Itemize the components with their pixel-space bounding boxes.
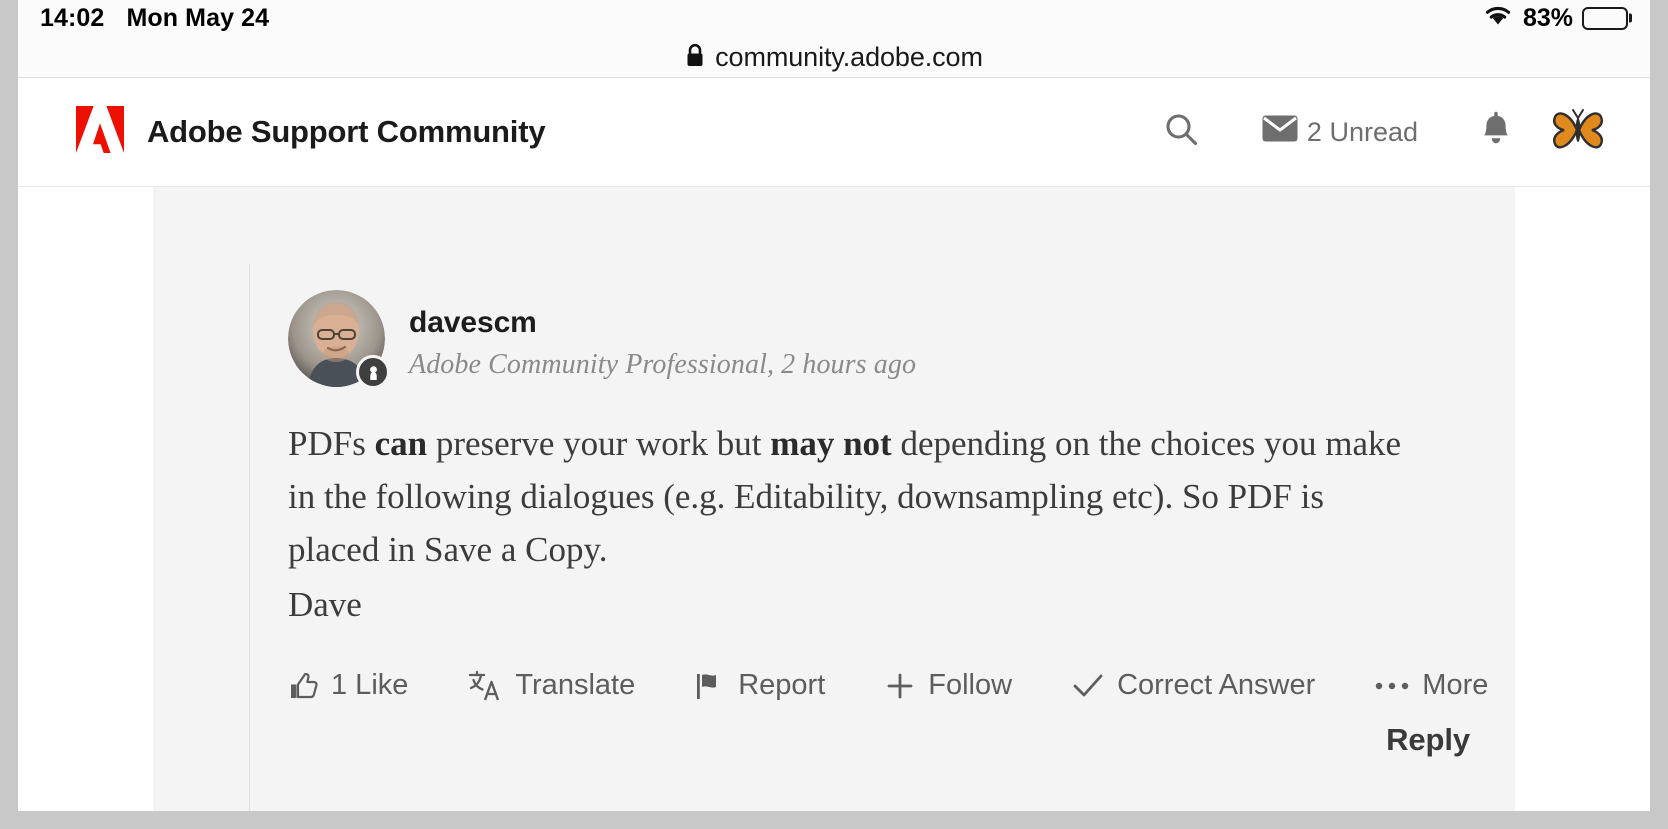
user-avatar-button[interactable] <box>1552 106 1604 158</box>
messages-label: 2 Unread <box>1307 117 1418 148</box>
author-meta: davescm Adobe Community Professional, 2 … <box>409 290 916 381</box>
expert-badge-icon <box>356 355 390 389</box>
device-frame: 14:02 Mon May 24 83% communit <box>0 0 1668 829</box>
reply-post: davescm Adobe Community Professional, 2 … <box>249 264 1515 811</box>
status-bar: 14:02 Mon May 24 83% <box>18 0 1650 38</box>
battery-icon <box>1582 7 1628 30</box>
post-text-part-1: PDFs <box>288 424 375 463</box>
translate-button[interactable]: Translate <box>468 669 635 702</box>
search-icon <box>1164 112 1198 153</box>
envelope-icon <box>1262 115 1298 149</box>
url-text: community.adobe.com <box>715 42 983 73</box>
ellipsis-icon <box>1375 680 1409 692</box>
site-header: Adobe Support Community <box>18 78 1650 187</box>
follow-button[interactable]: Follow <box>885 669 1012 702</box>
like-label: 1 Like <box>331 669 408 702</box>
status-bar-right: 83% <box>1482 3 1628 34</box>
site-title: Adobe Support Community <box>147 114 545 150</box>
thread-main-column: appears above — clipped previous post <box>153 187 1515 811</box>
post-text-bold-1: can <box>375 424 428 463</box>
adobe-logo-icon <box>76 106 124 158</box>
correct-answer-label: Correct Answer <box>1117 669 1315 702</box>
reply-row: Reply <box>288 722 1515 758</box>
check-icon <box>1072 671 1104 701</box>
messages-button[interactable]: 2 Unread <box>1234 115 1446 149</box>
author-role-and-time: Adobe Community Professional, 2 hours ag… <box>409 349 916 381</box>
brand-link[interactable]: Adobe Support Community <box>76 106 545 158</box>
notifications-button[interactable] <box>1446 111 1546 154</box>
thumbs-up-icon <box>288 671 318 701</box>
report-label: Report <box>738 669 825 702</box>
lock-icon <box>685 43 705 73</box>
device-bottom-bezel <box>0 811 1668 829</box>
content-area: appears above — clipped previous post <box>18 187 1650 811</box>
flag-icon <box>695 671 725 701</box>
wifi-icon <box>1482 3 1514 34</box>
post-header: davescm Adobe Community Professional, 2 … <box>288 264 1515 387</box>
more-button[interactable]: More <box>1375 669 1488 702</box>
correct-answer-button[interactable]: Correct Answer <box>1072 669 1315 702</box>
bell-icon <box>1480 111 1512 154</box>
search-button[interactable] <box>1136 112 1234 153</box>
author-name[interactable]: davescm <box>409 306 916 340</box>
report-button[interactable]: Report <box>695 669 825 702</box>
post-text-bold-2: may not <box>770 424 892 463</box>
post-text-part-2: preserve your work but <box>427 424 770 463</box>
follow-label: Follow <box>928 669 1012 702</box>
post-action-bar: 1 Like <box>288 669 1515 702</box>
post-body: PDFs can preserve your work but may not … <box>288 417 1403 631</box>
translate-icon <box>468 670 502 702</box>
plus-icon <box>885 671 915 701</box>
header-actions: 2 Unread <box>1136 106 1604 158</box>
web-page: Adobe Support Community <box>18 78 1650 811</box>
browser-address-bar[interactable]: community.adobe.com <box>18 38 1650 78</box>
like-button[interactable]: 1 Like <box>288 669 408 702</box>
status-bar-left: 14:02 Mon May 24 <box>40 4 269 33</box>
author-avatar[interactable] <box>288 290 385 387</box>
more-label: More <box>1422 669 1488 702</box>
translate-label: Translate <box>515 669 635 702</box>
status-time: 14:02 <box>40 4 104 33</box>
butterfly-avatar-icon <box>1552 107 1604 158</box>
reply-button[interactable]: Reply <box>1386 722 1470 758</box>
post-signature: Dave <box>288 578 1403 631</box>
status-date: Mon May 24 <box>126 4 269 33</box>
battery-percent-label: 83% <box>1523 4 1573 33</box>
